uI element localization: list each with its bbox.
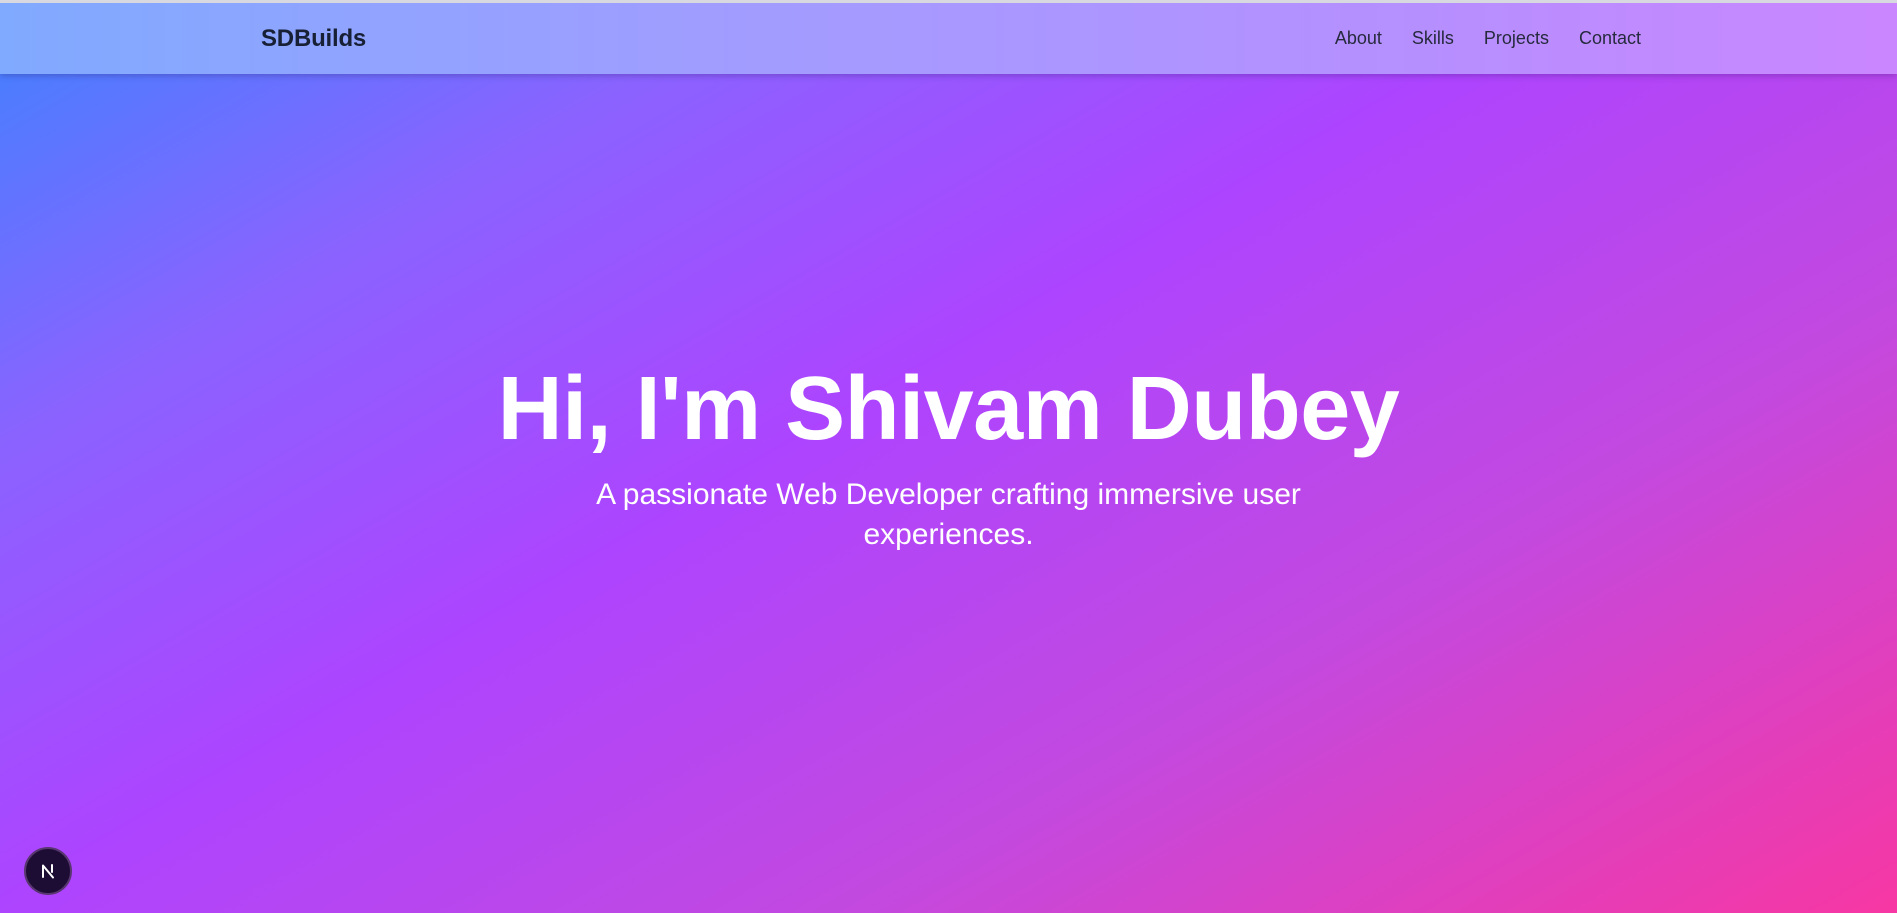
hero-section: Hi, I'm Shivam Dubey A passionate Web De… bbox=[0, 74, 1897, 913]
nextjs-logo-icon bbox=[42, 864, 54, 879]
browser-top-border bbox=[0, 0, 1897, 3]
nav-link-about[interactable]: About bbox=[1335, 28, 1382, 49]
nav-link-projects[interactable]: Projects bbox=[1484, 28, 1549, 49]
navbar: SDBuilds About Skills Projects Contact bbox=[261, 3, 1641, 74]
nav-link-skills[interactable]: Skills bbox=[1412, 28, 1454, 49]
brand-logo-link[interactable]: SDBuilds bbox=[261, 25, 366, 53]
site-header: SDBuilds About Skills Projects Contact bbox=[0, 3, 1897, 74]
hero-title: Hi, I'm Shivam Dubey bbox=[497, 359, 1400, 459]
nav-link-contact[interactable]: Contact bbox=[1579, 28, 1641, 49]
nextjs-dev-indicator-button[interactable] bbox=[24, 847, 72, 895]
nav-links: About Skills Projects Contact bbox=[1335, 28, 1641, 49]
hero-subtitle: A passionate Web Developer crafting imme… bbox=[596, 478, 1301, 551]
